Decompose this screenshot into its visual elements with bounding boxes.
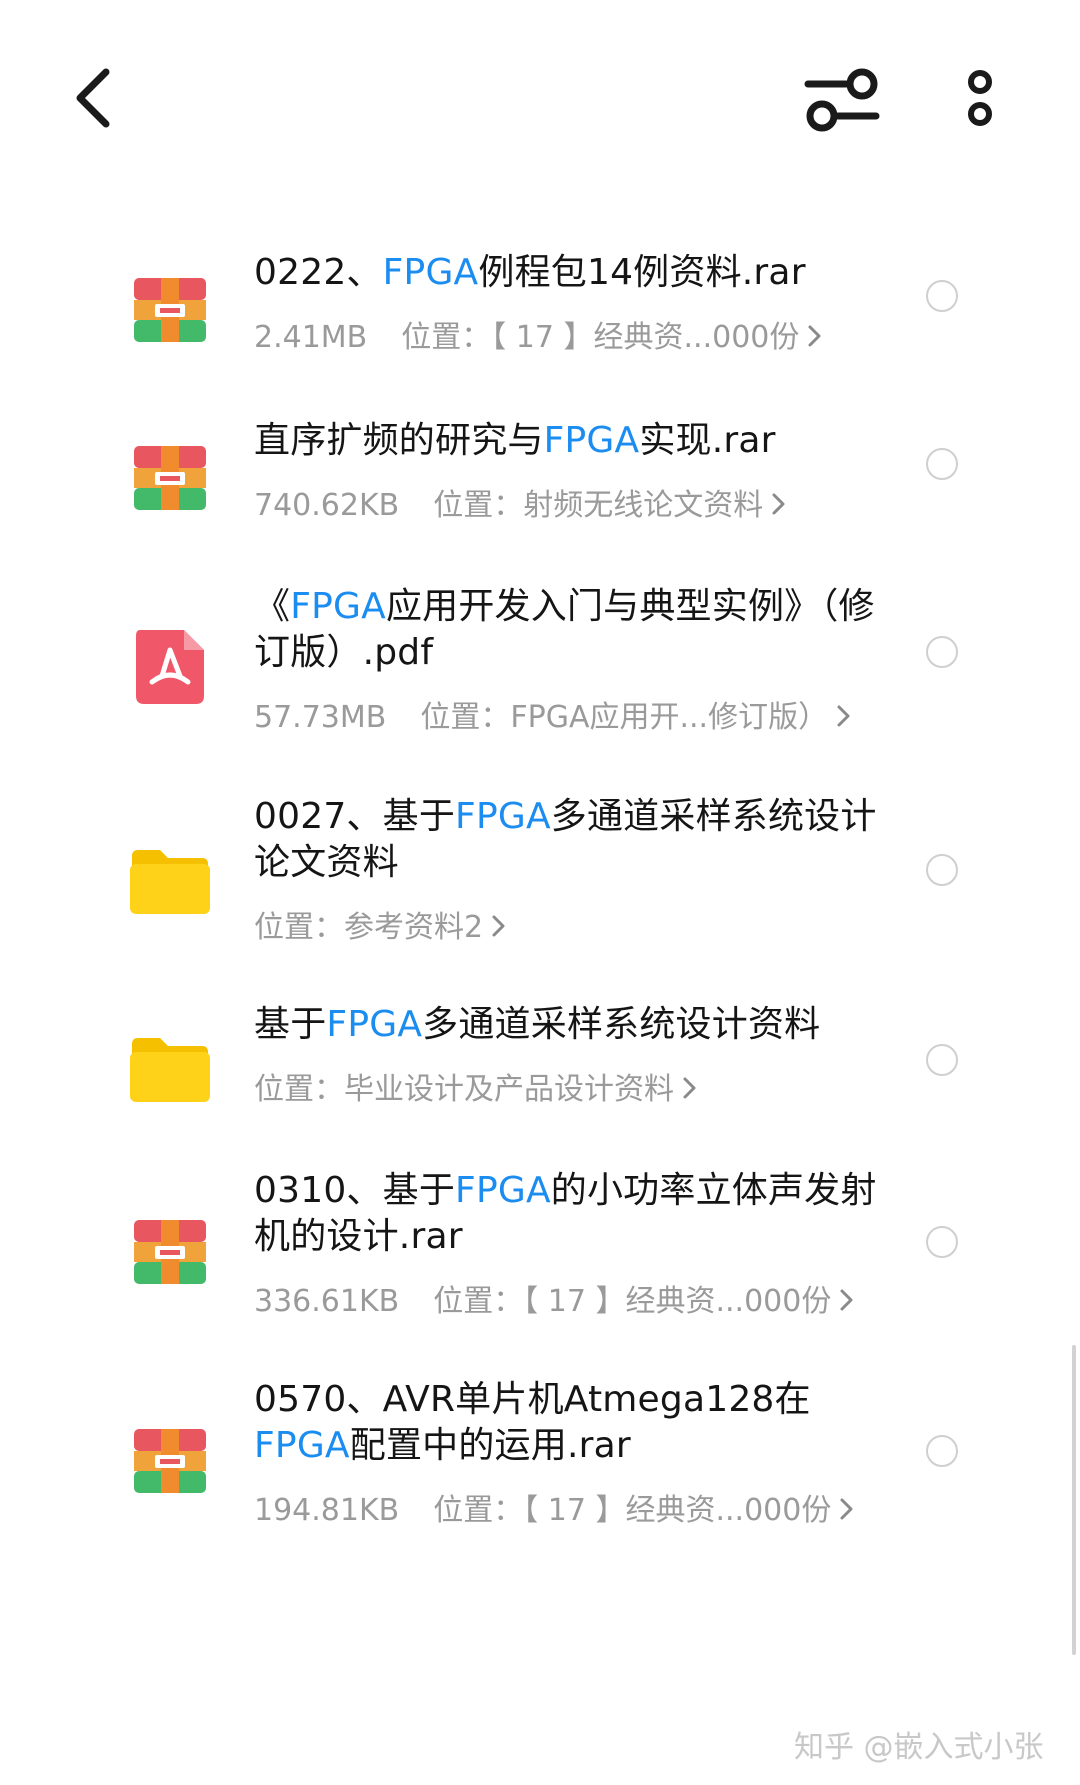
chevron-right-icon	[771, 488, 787, 528]
archive-icon	[128, 434, 212, 518]
file-list-item[interactable]: 0222、FPGA例程包14例资料.rar 2.41MB 位置：【 17 】经典资.…	[0, 250, 1080, 410]
file-name-part: 《	[254, 586, 291, 627]
search-highlight: FPGA	[326, 1004, 423, 1045]
file-location-link[interactable]: 位置：参考资料2	[254, 908, 906, 950]
location-label: 位置：	[433, 1284, 524, 1319]
search-highlight: FPGA	[290, 586, 386, 627]
chevron-right-icon	[682, 1072, 698, 1112]
archive-icon	[128, 1417, 212, 1501]
select-radio[interactable]	[926, 1226, 958, 1258]
select-radio[interactable]	[926, 280, 958, 312]
file-name-part: 例程包14例资料.rar	[478, 252, 806, 293]
file-location-link[interactable]: 位置：毕业设计及产品设计资料	[254, 1070, 906, 1112]
location-path: 参考资料2	[344, 910, 484, 945]
file-info: 0310、基于FPGA的小功率立体声发射机的设计.rar 336.61KB 位置：【…	[254, 1168, 906, 1324]
location-path: 射频无线论文资料	[523, 488, 764, 523]
file-name: 0570、AVR单片机Atmega128在 FPGA配置中的运用.rar	[254, 1377, 906, 1469]
file-name-part: 配置中的运用.rar	[349, 1425, 631, 1466]
file-name-part: 0310、基于	[254, 1170, 456, 1211]
folder-icon	[128, 1026, 212, 1110]
scroll-indicator[interactable]	[1072, 1345, 1076, 1655]
file-location-link[interactable]: 194.81KB 位置：【 17 】经典资...000份	[254, 1491, 906, 1533]
watermark: 知乎 @嵌入式小张	[794, 1730, 1044, 1765]
chevron-left-icon	[76, 68, 110, 128]
select-radio[interactable]	[926, 636, 958, 668]
top-bar	[0, 0, 1080, 200]
file-name-part: 0222、	[254, 252, 383, 293]
file-location-link[interactable]: 336.61KB 位置：【 17 】经典资...000份	[254, 1282, 906, 1324]
filter-button[interactable]	[802, 66, 882, 136]
file-search-results-screen: 0222、FPGA例程包14例资料.rar 2.41MB 位置：【 17 】经典资.…	[0, 0, 1080, 1785]
archive-icon	[128, 266, 212, 350]
location-path: FPGA应用开...修订版）	[510, 700, 829, 735]
location-path: 【 17 】经典资...000份	[523, 1493, 832, 1528]
select-radio[interactable]	[926, 1435, 958, 1467]
file-size: 2.41MB	[254, 320, 368, 355]
file-info: 0027、基于FPGA多通道采样系统设计论文资料位置：参考资料2	[254, 794, 906, 950]
file-name-part: 0027、基于	[254, 796, 456, 837]
file-location-link[interactable]: 740.62KB 位置：射频无线论文资料	[254, 486, 906, 528]
file-size: 740.62KB	[254, 488, 400, 523]
file-name: 0027、基于FPGA多通道采样系统设计论文资料	[254, 794, 906, 886]
search-highlight: FPGA	[543, 420, 640, 461]
file-size: 194.81KB	[254, 1493, 400, 1528]
select-radio[interactable]	[926, 448, 958, 480]
file-name: 0222、FPGA例程包14例资料.rar	[254, 250, 906, 296]
search-highlight: FPGA	[382, 252, 479, 293]
file-list-item[interactable]: 0027、基于FPGA多通道采样系统设计论文资料位置：参考资料2	[0, 794, 1080, 954]
file-name-part: 0570、AVR单片机Atmega128在	[254, 1379, 811, 1420]
chevron-right-icon	[807, 320, 823, 360]
file-info: 0222、FPGA例程包14例资料.rar 2.41MB 位置：【 17 】经典资.…	[254, 250, 906, 360]
back-button[interactable]	[64, 62, 124, 134]
chevron-right-icon	[839, 1284, 855, 1324]
file-info: 0570、AVR单片机Atmega128在 FPGA配置中的运用.rar 194.8…	[254, 1377, 906, 1533]
location-label: 位置：	[433, 488, 524, 523]
more-vertical-icon	[968, 70, 992, 126]
file-size: 336.61KB	[254, 1284, 400, 1319]
more-options-button[interactable]	[955, 66, 1005, 136]
file-size: 57.73MB	[254, 700, 387, 735]
chevron-right-icon	[839, 1493, 855, 1533]
file-list-item[interactable]: 0310、基于FPGA的小功率立体声发射机的设计.rar 336.61KB 位置：【…	[0, 1168, 1080, 1328]
file-info: 直序扩频的研究与FPGA实现.rar 740.62KB 位置：射频无线论文资料	[254, 418, 906, 528]
select-radio[interactable]	[926, 1044, 958, 1076]
location-label: 位置：	[420, 700, 511, 735]
file-name-part: 直序扩频的研究与	[254, 420, 544, 461]
file-name: 基于FPGA多通道采样系统设计资料	[254, 1002, 906, 1048]
select-radio[interactable]	[926, 854, 958, 886]
file-info: 《FPGA应用开发入门与典型实例》（修订版）.pdf 57.73MB 位置：FPGA…	[254, 584, 906, 740]
location-label: 位置：	[254, 1072, 344, 1107]
location-label: 位置：	[401, 320, 492, 355]
location-path: 毕业设计及产品设计资料	[344, 1072, 674, 1107]
folder-icon	[128, 838, 212, 922]
location-path: 【 17 】经典资...000份	[523, 1284, 832, 1319]
location-path: 【 17 】经典资...000份	[491, 320, 800, 355]
file-name: 《FPGA应用开发入门与典型实例》（修订版）.pdf	[254, 584, 906, 676]
file-list-item[interactable]: 0570、AVR单片机Atmega128在 FPGA配置中的运用.rar 194.8…	[0, 1377, 1080, 1537]
location-label: 位置：	[433, 1493, 524, 1528]
search-highlight: FPGA	[455, 796, 551, 837]
archive-icon	[128, 1208, 212, 1292]
location-label: 位置：	[254, 910, 344, 945]
file-name: 直序扩频的研究与FPGA实现.rar	[254, 418, 906, 464]
file-name: 0310、基于FPGA的小功率立体声发射机的设计.rar	[254, 1168, 906, 1260]
file-name-part: 实现.rar	[639, 420, 776, 461]
chevron-right-icon	[491, 910, 507, 950]
file-list-item[interactable]: 直序扩频的研究与FPGA实现.rar 740.62KB 位置：射频无线论文资料	[0, 418, 1080, 578]
file-list-item[interactable]: 《FPGA应用开发入门与典型实例》（修订版）.pdf 57.73MB 位置：FPGA…	[0, 584, 1080, 744]
file-name-part: 基于	[254, 1004, 327, 1045]
file-info: 基于FPGA多通道采样系统设计资料位置：毕业设计及产品设计资料	[254, 1002, 906, 1112]
file-name-part: 多通道采样系统设计资料	[422, 1004, 821, 1045]
chevron-right-icon	[836, 700, 852, 740]
file-list-item[interactable]: 基于FPGA多通道采样系统设计资料位置：毕业设计及产品设计资料	[0, 1002, 1080, 1162]
file-location-link[interactable]: 2.41MB 位置：【 17 】经典资...000份	[254, 318, 906, 360]
file-location-link[interactable]: 57.73MB 位置：FPGA应用开...修订版）	[254, 698, 906, 740]
sliders-icon	[804, 68, 880, 132]
pdf-icon	[128, 624, 212, 708]
search-highlight: FPGA	[254, 1425, 350, 1466]
search-highlight: FPGA	[455, 1170, 551, 1211]
